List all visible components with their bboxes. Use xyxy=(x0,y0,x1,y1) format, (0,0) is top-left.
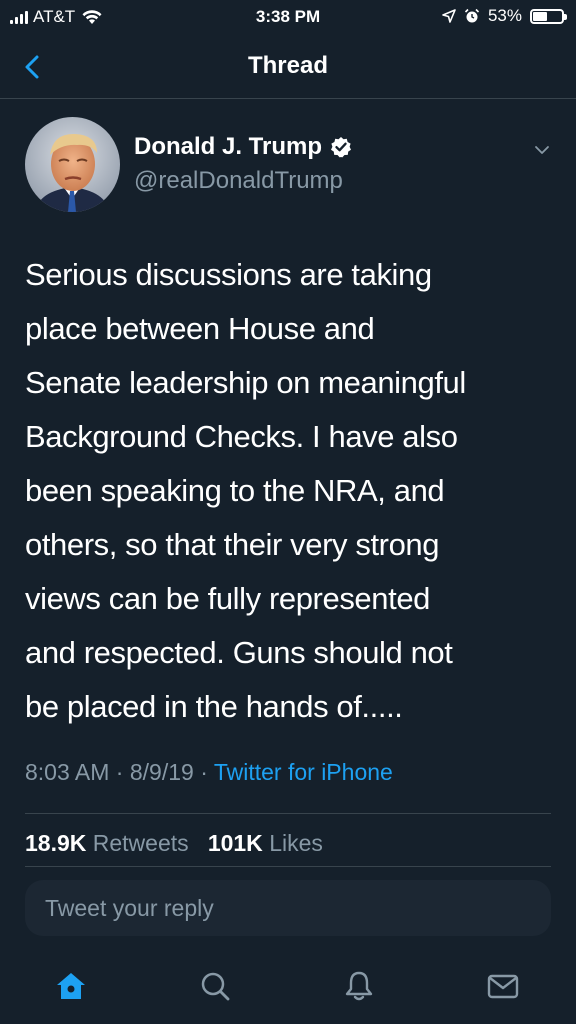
nav-bar: Thread xyxy=(0,36,576,99)
search-icon xyxy=(201,972,230,1001)
tweet-stats: 18.9K Retweets 101K Likes xyxy=(25,830,323,857)
tweet-time: 8:03 AM xyxy=(25,759,110,785)
author-handle[interactable]: @realDonaldTrump xyxy=(134,167,343,195)
tweet-source-link[interactable]: Twitter for iPhone xyxy=(214,759,393,785)
status-right: 53% xyxy=(442,6,567,26)
reply-placeholder: Tweet your reply xyxy=(45,895,214,921)
battery-fill xyxy=(533,11,547,21)
notifications-icon xyxy=(345,971,373,1001)
avatar[interactable] xyxy=(25,117,120,212)
retweets-stat[interactable]: 18.9K Retweets xyxy=(25,830,195,856)
tweet-date: 8/9/19 xyxy=(129,759,194,785)
tab-notifications[interactable] xyxy=(341,968,377,1004)
retweets-label: Retweets xyxy=(92,830,189,856)
tab-search[interactable] xyxy=(197,968,233,1004)
author-name[interactable]: Donald J. Trump xyxy=(134,133,352,161)
tweet-text: Serious discussions are taking place bet… xyxy=(25,257,466,724)
tab-bar xyxy=(0,946,576,1024)
status-bar: AT&T 3:38 PM 53% xyxy=(0,0,576,36)
tab-messages[interactable] xyxy=(485,968,521,1004)
retweets-count: 18.9K xyxy=(25,830,87,856)
alarm-icon xyxy=(464,8,480,23)
tweet-options-button[interactable] xyxy=(532,140,552,160)
divider xyxy=(25,866,551,867)
tab-home[interactable] xyxy=(53,968,89,1004)
likes-label: Likes xyxy=(269,830,323,856)
tweet-meta: 8:03 AM · 8/9/19 · Twitter for iPhone xyxy=(25,759,393,786)
page-title: Thread xyxy=(247,52,328,79)
chevron-down-icon xyxy=(535,146,549,154)
author-name-text: Donald J. Trump xyxy=(134,133,323,160)
likes-stat[interactable]: 101K Likes xyxy=(208,830,323,856)
meta-separator: · xyxy=(115,759,124,785)
reply-input[interactable]: Tweet your reply xyxy=(25,880,551,936)
divider xyxy=(25,813,551,814)
avatar-image xyxy=(25,117,120,212)
home-icon xyxy=(57,973,85,999)
likes-count: 101K xyxy=(207,830,263,856)
verified-badge-icon xyxy=(331,137,352,158)
battery-icon xyxy=(530,8,567,24)
location-icon xyxy=(442,9,456,23)
meta-separator: · xyxy=(200,759,208,785)
battery-percent: 53% xyxy=(487,6,522,25)
messages-icon xyxy=(487,974,519,999)
